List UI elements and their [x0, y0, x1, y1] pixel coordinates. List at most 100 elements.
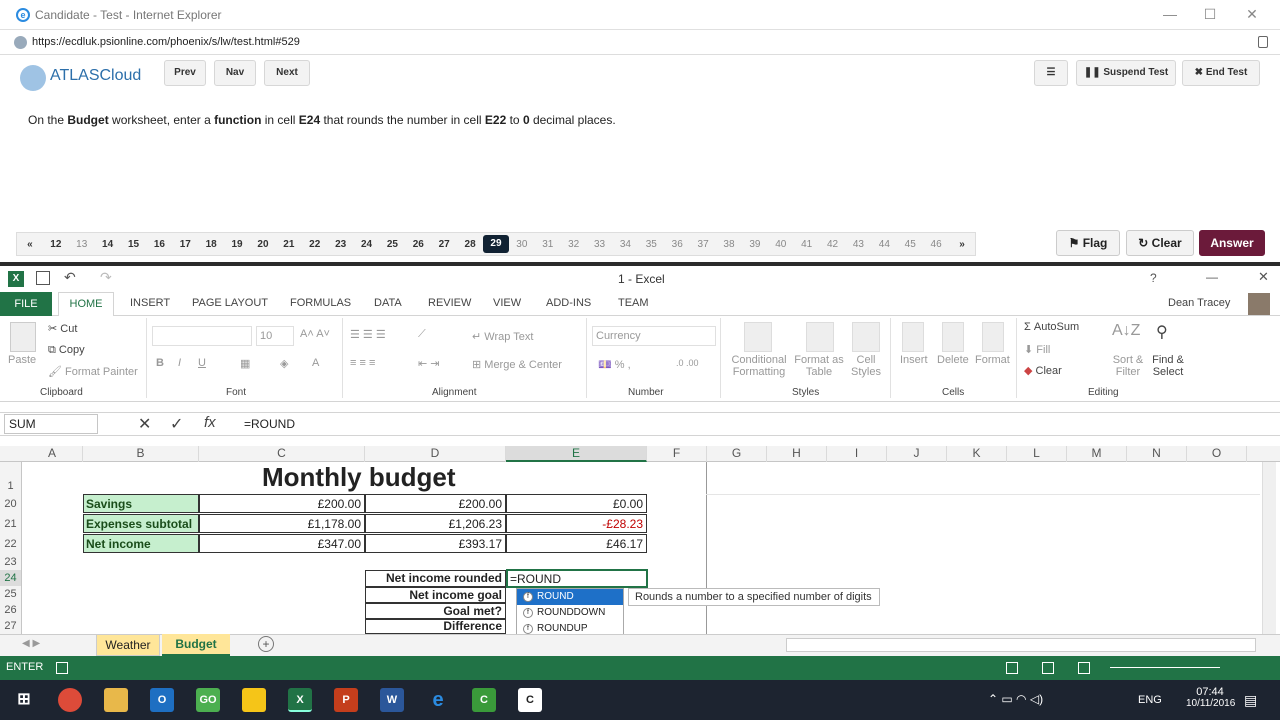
column-header[interactable]: F — [647, 446, 707, 462]
pager-item[interactable]: 18 — [198, 239, 224, 250]
pager-item[interactable]: 27 — [431, 239, 457, 250]
number-format-dropdown[interactable]: Currency — [592, 326, 716, 346]
cell-c20[interactable]: £200.00 — [199, 494, 365, 513]
pager-item[interactable]: 43 — [846, 239, 872, 250]
flag-button[interactable]: ⚑ Flag — [1056, 230, 1120, 256]
save-icon[interactable] — [36, 271, 50, 285]
format-button[interactable]: Format — [975, 354, 1010, 366]
bold-icon[interactable]: B — [156, 357, 164, 369]
find-select-button[interactable]: Find & Select — [1148, 354, 1188, 378]
function-icon[interactable]: fx — [204, 414, 216, 431]
cell-c21[interactable]: £1,178.00 — [199, 514, 365, 533]
sheet-tab-budget[interactable]: Budget — [162, 634, 230, 656]
row-header[interactable]: 21 — [0, 514, 22, 534]
italic-icon[interactable]: I — [178, 357, 181, 369]
close-icon[interactable]: ✕ — [1258, 269, 1269, 285]
vertical-scrollbar[interactable] — [1262, 462, 1276, 634]
column-header[interactable]: A — [22, 446, 83, 462]
pager-item[interactable]: 29 — [483, 235, 509, 253]
cell-d22[interactable]: £393.17 — [365, 534, 506, 553]
cell-c22[interactable]: £347.00 — [199, 534, 365, 553]
pager-item[interactable]: 17 — [172, 239, 198, 250]
normal-view-icon[interactable] — [1006, 662, 1018, 674]
column-header[interactable]: E — [506, 446, 647, 462]
app-icon[interactable]: C — [518, 688, 542, 712]
pager-item[interactable]: 26 — [405, 239, 431, 250]
cut-button[interactable]: ✂ Cut — [48, 322, 77, 335]
word-icon[interactable]: W — [380, 688, 404, 712]
underline-icon[interactable]: U — [198, 357, 206, 369]
close-icon[interactable]: ✕ — [1242, 6, 1262, 24]
font-size-dropdown[interactable]: 10 — [256, 326, 294, 346]
horizontal-scrollbar[interactable] — [786, 638, 1256, 652]
add-sheet-icon[interactable]: + — [258, 636, 274, 652]
copy-button[interactable]: ⧉ Copy — [48, 344, 85, 357]
fill-button[interactable]: ⬇ Fill — [1024, 343, 1050, 356]
autosum-button[interactable]: Σ AutoSum — [1024, 321, 1079, 333]
sheet-tab-weather[interactable]: Weather — [96, 634, 160, 656]
menu-icon[interactable]: ☰ — [1034, 60, 1068, 86]
row-label-expenses[interactable]: Expenses subtotal — [83, 514, 199, 533]
next-button[interactable]: Next — [264, 60, 310, 86]
tab-formulas[interactable]: FORMULAS — [290, 297, 351, 309]
column-header[interactable]: N — [1127, 446, 1187, 462]
row-label-net-income[interactable]: Net income — [83, 534, 199, 553]
autocomplete-item[interactable]: f ROUNDDOWN — [517, 605, 623, 621]
format-painter-button[interactable]: 🖌 Format Painter — [48, 365, 138, 378]
cancel-icon[interactable]: ✕ — [138, 414, 151, 434]
chrome-icon[interactable] — [58, 688, 82, 712]
label-goal-met[interactable]: Goal met? — [365, 603, 506, 619]
tab-data[interactable]: DATA — [374, 297, 402, 309]
cell-styles-button[interactable]: Cell Styles — [846, 354, 886, 378]
tray-icons[interactable]: ⌃ ▭ ◠ ◁) — [988, 692, 1043, 706]
app-icon[interactable]: C — [472, 688, 496, 712]
suspend-test-button[interactable]: ❚❚ Suspend Test — [1076, 60, 1176, 86]
page-break-icon[interactable] — [1078, 662, 1090, 674]
pager-item[interactable]: 31 — [535, 239, 561, 250]
ie-taskbar-icon[interactable]: e — [426, 688, 450, 712]
fill-color-icon[interactable]: ◈ — [280, 357, 288, 370]
pager-item[interactable]: 36 — [664, 239, 690, 250]
macro-icon[interactable] — [56, 662, 68, 674]
row-header[interactable]: 24 — [0, 570, 22, 586]
font-color-icon[interactable]: A — [312, 357, 319, 369]
notification-icon[interactable]: ▤ — [1244, 692, 1257, 709]
pager-item[interactable]: 38 — [716, 239, 742, 250]
tab-review[interactable]: REVIEW — [428, 297, 471, 309]
pager-item[interactable]: 22 — [302, 239, 328, 250]
sort-filter-button[interactable]: Sort & Filter — [1110, 354, 1146, 378]
powerpoint-icon[interactable]: P — [334, 688, 358, 712]
column-header[interactable]: C — [199, 446, 365, 462]
column-header[interactable]: K — [947, 446, 1007, 462]
prev-button[interactable]: Prev — [164, 60, 206, 86]
pager-last-button[interactable]: » — [949, 239, 975, 250]
pager-item[interactable]: 33 — [587, 239, 613, 250]
nav-button[interactable]: Nav — [214, 60, 256, 86]
border-icon[interactable]: ▦ — [240, 357, 250, 370]
font-grow-icon[interactable]: A˄ A˅ — [300, 328, 330, 340]
pager-item[interactable]: 21 — [276, 239, 302, 250]
file-explorer-icon[interactable] — [104, 688, 128, 712]
end-test-button[interactable]: ✖ End Test — [1182, 60, 1260, 86]
tab-page-layout[interactable]: PAGE LAYOUT — [192, 297, 268, 309]
orientation-icon[interactable]: ⟋ — [418, 328, 426, 341]
app-icon[interactable]: GO — [196, 688, 220, 712]
autocomplete-item[interactable]: f ROUND — [517, 589, 623, 605]
merge-center-button[interactable]: ⊞ Merge & Center — [472, 358, 562, 371]
pager-item[interactable]: 13 — [69, 239, 95, 250]
tab-insert[interactable]: INSERT — [130, 297, 170, 309]
column-header[interactable]: I — [827, 446, 887, 462]
scroll-left-icon[interactable]: ◀ ▶ — [22, 638, 40, 649]
help-icon[interactable]: ? — [1150, 271, 1157, 285]
cell-e20[interactable]: £0.00 — [506, 494, 647, 513]
wrap-text-button[interactable]: ↵ Wrap Text — [472, 330, 533, 343]
pager-item[interactable]: 25 — [379, 239, 405, 250]
address-bar[interactable]: https://ecdluk.psionline.com/phoenix/s/l… — [0, 31, 1280, 55]
row-header[interactable]: 25 — [0, 586, 22, 602]
insert-button[interactable]: Insert — [900, 354, 928, 366]
pager-item[interactable]: 20 — [250, 239, 276, 250]
cell-e22[interactable]: £46.17 — [506, 534, 647, 553]
row-header[interactable]: 22 — [0, 534, 22, 554]
pager-item[interactable]: 32 — [561, 239, 587, 250]
pager-item[interactable]: 40 — [768, 239, 794, 250]
